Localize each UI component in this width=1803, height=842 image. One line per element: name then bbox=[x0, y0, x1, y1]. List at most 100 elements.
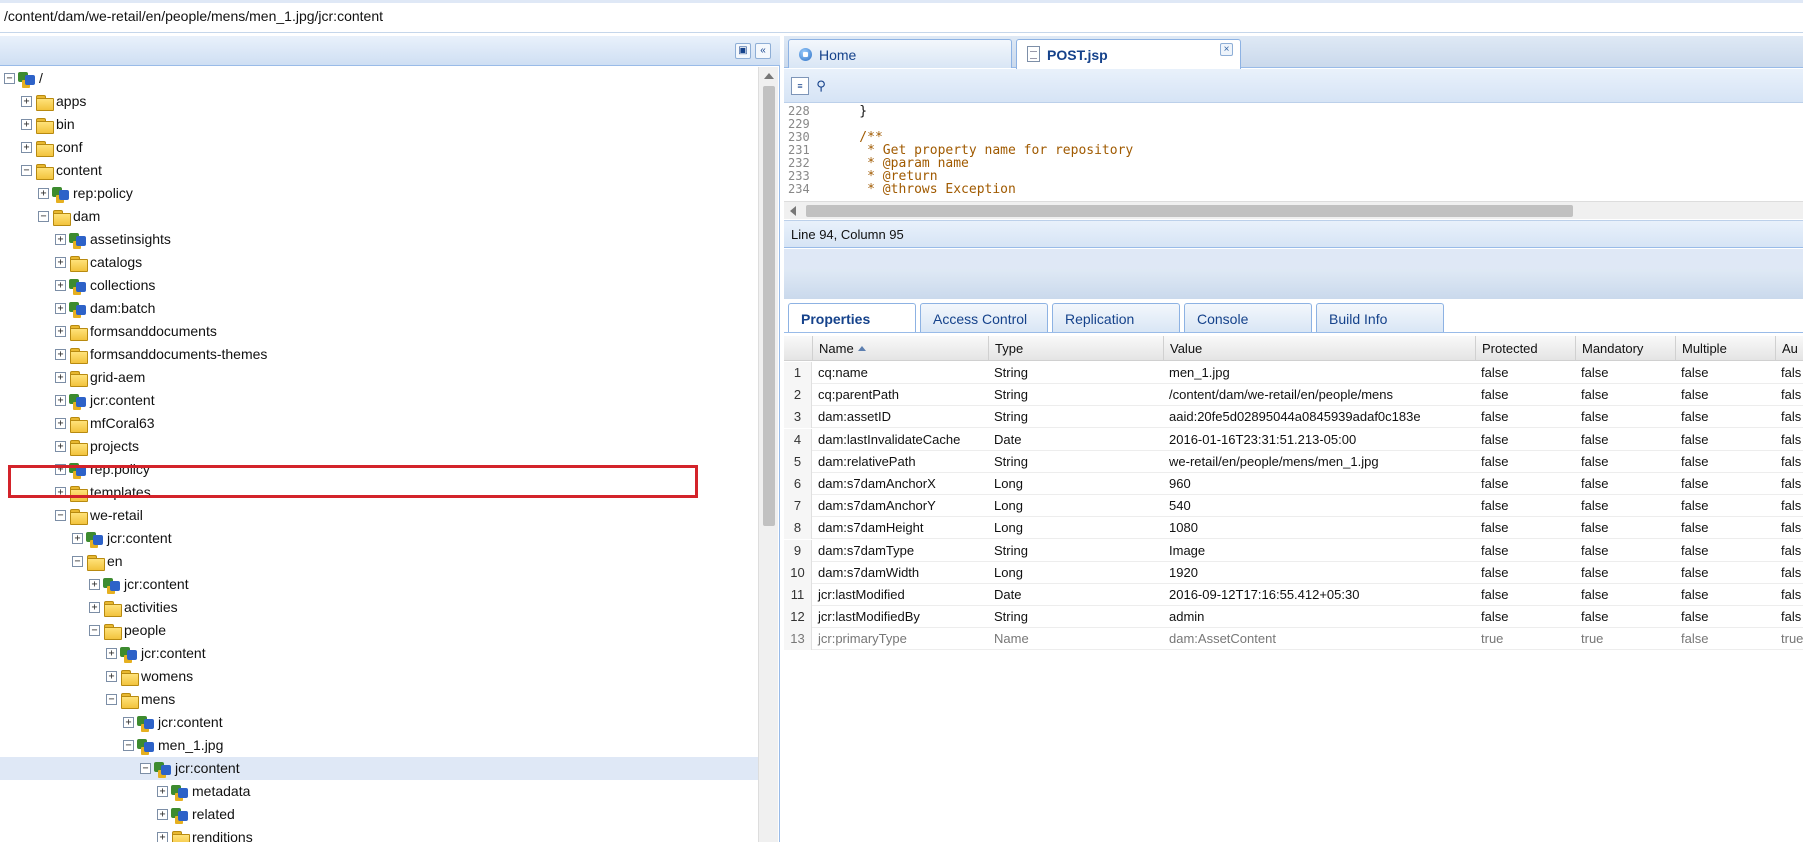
cell-value[interactable]: admin bbox=[1163, 606, 1475, 628]
column-header-value[interactable]: Value bbox=[1163, 336, 1475, 361]
cell-auto[interactable]: fals bbox=[1775, 495, 1803, 517]
format-code-icon[interactable]: ≡ bbox=[791, 77, 809, 95]
expand-node-icon[interactable]: + bbox=[55, 303, 66, 314]
tree-node[interactable]: + conf bbox=[0, 136, 758, 159]
column-header-mandatory[interactable]: Mandatory bbox=[1575, 336, 1675, 361]
table-row[interactable]: 10 dam:s7damWidth Long 1920 false false false f… bbox=[784, 561, 1803, 584]
cell-name[interactable]: dam:s7damAnchorY bbox=[812, 495, 988, 517]
expand-node-icon[interactable]: + bbox=[21, 96, 32, 107]
cell-auto[interactable]: true bbox=[1775, 628, 1803, 650]
table-row[interactable]: 4 dam:lastInvalidateCache Date 2016-01-16T2… bbox=[784, 428, 1803, 451]
cell-type[interactable]: Date bbox=[988, 584, 1163, 606]
cell-type[interactable]: Date bbox=[988, 429, 1163, 451]
cell-mandatory[interactable]: false bbox=[1575, 362, 1675, 384]
cell-mandatory[interactable]: false bbox=[1575, 540, 1675, 562]
collapse-node-icon[interactable]: − bbox=[21, 165, 32, 176]
cell-protected[interactable]: false bbox=[1475, 606, 1575, 628]
cell-name[interactable]: jcr:lastModified bbox=[812, 584, 988, 606]
cell-protected[interactable]: false bbox=[1475, 429, 1575, 451]
expand-node-icon[interactable]: + bbox=[55, 395, 66, 406]
expand-node-icon[interactable]: + bbox=[21, 119, 32, 130]
cell-value[interactable]: we-retail/en/people/mens/men_1.jpg bbox=[1163, 451, 1475, 473]
cell-name[interactable]: jcr:primaryType bbox=[812, 628, 988, 650]
tree-node[interactable]: + rep:policy bbox=[0, 182, 758, 205]
tree-node[interactable]: + jcr:content bbox=[0, 573, 758, 596]
tree-node[interactable]: + dam:batch bbox=[0, 297, 758, 320]
collapse-node-icon[interactable]: − bbox=[38, 211, 49, 222]
cell-multiple[interactable]: false bbox=[1675, 606, 1775, 628]
cell-value[interactable]: dam:AssetContent bbox=[1163, 628, 1475, 650]
cell-name[interactable]: dam:s7damHeight bbox=[812, 517, 988, 539]
cell-auto[interactable]: fals bbox=[1775, 584, 1803, 606]
cell-value[interactable]: 2016-01-16T23:31:51.213-05:00 bbox=[1163, 429, 1475, 451]
cell-value[interactable]: 1920 bbox=[1163, 562, 1475, 584]
tree-node[interactable]: − mens bbox=[0, 688, 758, 711]
expand-node-icon[interactable]: + bbox=[55, 257, 66, 268]
tree-node[interactable]: + jcr:content bbox=[0, 527, 758, 550]
cell-type[interactable]: Long bbox=[988, 562, 1163, 584]
cell-value[interactable]: 2016-09-12T17:16:55.412+05:30 bbox=[1163, 584, 1475, 606]
tree-node[interactable]: + projects bbox=[0, 435, 758, 458]
cell-protected[interactable]: false bbox=[1475, 451, 1575, 473]
expand-node-icon[interactable]: + bbox=[123, 717, 134, 728]
column-header-type[interactable]: Type bbox=[988, 336, 1163, 361]
cell-protected[interactable]: false bbox=[1475, 473, 1575, 495]
expand-node-icon[interactable]: + bbox=[55, 372, 66, 383]
cell-mandatory[interactable]: false bbox=[1575, 473, 1675, 495]
cell-protected[interactable]: false bbox=[1475, 362, 1575, 384]
expand-node-icon[interactable]: + bbox=[55, 326, 66, 337]
cell-multiple[interactable]: false bbox=[1675, 429, 1775, 451]
tree-node[interactable]: − we-retail bbox=[0, 504, 758, 527]
cell-name[interactable]: dam:assetID bbox=[812, 406, 988, 428]
cell-multiple[interactable]: false bbox=[1675, 584, 1775, 606]
tree-node[interactable]: − dam bbox=[0, 205, 758, 228]
cell-name[interactable]: cq:parentPath bbox=[812, 384, 988, 406]
cell-multiple[interactable]: false bbox=[1675, 451, 1775, 473]
cell-type[interactable]: String bbox=[988, 406, 1163, 428]
expand-node-icon[interactable]: + bbox=[89, 602, 100, 613]
table-row[interactable]: 6 dam:s7damAnchorX Long 960 false false false f… bbox=[784, 473, 1803, 495]
cell-name[interactable]: dam:s7damWidth bbox=[812, 562, 988, 584]
tab-properties[interactable]: Properties bbox=[788, 303, 916, 333]
cell-type[interactable]: String bbox=[988, 384, 1163, 406]
tree-node[interactable]: + renditions bbox=[0, 826, 758, 842]
expand-node-icon[interactable]: + bbox=[157, 809, 168, 820]
cell-name[interactable]: dam:relativePath bbox=[812, 451, 988, 473]
cell-multiple[interactable]: false bbox=[1675, 540, 1775, 562]
cell-auto[interactable]: fals bbox=[1775, 540, 1803, 562]
column-header-name[interactable]: Name bbox=[812, 336, 988, 361]
tree-node[interactable]: + jcr:content bbox=[0, 389, 758, 412]
cell-protected[interactable]: false bbox=[1475, 584, 1575, 606]
column-header-multiple[interactable]: Multiple bbox=[1675, 336, 1775, 361]
binoculars-icon[interactable]: ▣ bbox=[735, 43, 751, 59]
expand-node-icon[interactable]: + bbox=[89, 579, 100, 590]
code-horizontal-scrollbar[interactable] bbox=[784, 201, 1803, 219]
tab-post-jsp[interactable]: POST.jsp × bbox=[1016, 39, 1241, 69]
tree-node[interactable]: − content bbox=[0, 159, 758, 182]
table-row[interactable]: 2 cq:parentPath String/content/dam/we-reta… bbox=[784, 384, 1803, 407]
cell-type[interactable]: String bbox=[988, 540, 1163, 562]
tree-node[interactable]: + jcr:content bbox=[0, 642, 758, 665]
expand-node-icon[interactable]: + bbox=[72, 533, 83, 544]
cell-multiple[interactable]: false bbox=[1675, 517, 1775, 539]
tree-node[interactable]: + jcr:content bbox=[0, 711, 758, 734]
tree-scroll-thumb[interactable] bbox=[763, 86, 775, 526]
cell-value[interactable]: aaid:20fe5d02895044a0845939adaf0c183e bbox=[1163, 406, 1475, 428]
collapse-node-icon[interactable]: − bbox=[55, 510, 66, 521]
cell-type[interactable]: Long bbox=[988, 473, 1163, 495]
code-editor[interactable]: 228 } 229 230 /** 231 * Get property name f… bbox=[784, 104, 1803, 200]
cell-name[interactable]: dam:s7damAnchorX bbox=[812, 473, 988, 495]
tree-node[interactable]: + apps bbox=[0, 90, 758, 113]
collapse-node-icon[interactable]: − bbox=[4, 73, 15, 84]
cell-mandatory[interactable]: false bbox=[1575, 562, 1675, 584]
path-bar[interactable]: /content/dam/we-retail/en/people/mens/me… bbox=[0, 0, 1803, 33]
cell-multiple[interactable]: false bbox=[1675, 406, 1775, 428]
tab-home[interactable]: Home bbox=[788, 39, 1012, 68]
cell-protected[interactable]: true bbox=[1475, 628, 1575, 650]
cell-type[interactable]: String bbox=[988, 451, 1163, 473]
cell-type[interactable]: String bbox=[988, 362, 1163, 384]
tree-node[interactable]: + bin bbox=[0, 113, 758, 136]
table-row[interactable]: 9 dam:s7damType String Image false false false… bbox=[784, 539, 1803, 562]
tree-node[interactable]: + womens bbox=[0, 665, 758, 688]
cell-multiple[interactable]: false bbox=[1675, 628, 1775, 650]
